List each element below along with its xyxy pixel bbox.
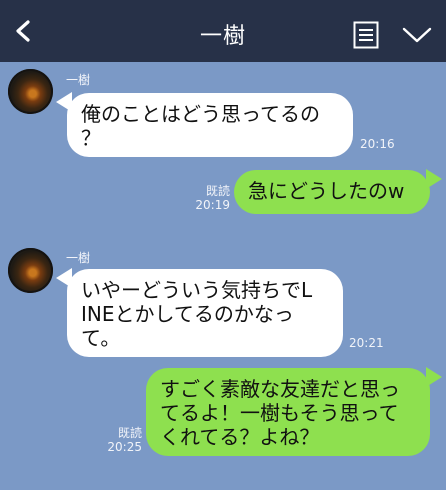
bubble-tail [426, 367, 442, 387]
read-receipt: 既読 20:19 [186, 184, 230, 212]
message-time: 20:19 [195, 198, 230, 212]
chat-title: 一樹 [199, 24, 246, 49]
message-line: て。 [81, 326, 121, 350]
message-bubble-sent[interactable]: すごく素敵な友達だと思っ てるよ！一樹もそう思って くれてる？よね？ [146, 368, 430, 456]
bubble-tail [426, 169, 442, 189]
message-time: 20:16 [360, 137, 395, 151]
message-bubble-sent[interactable]: 急にどうしたのw [234, 170, 430, 214]
message-line: てるよ！一樹もそう思って [160, 401, 399, 425]
message-time: 20:21 [349, 336, 384, 350]
message-line: くれてる？よね？ [160, 425, 320, 449]
message-line: ？ [81, 126, 101, 150]
avatar[interactable] [8, 69, 53, 114]
message-bubble-received[interactable]: いやーどういう気持ちでL INEとかしてるのかなっ て。 [67, 269, 343, 357]
read-status: 既読 [205, 184, 230, 198]
message-line: いやーどういう気持ちでL [81, 278, 313, 302]
message-line: INEとかしてるのかなっ [81, 302, 294, 326]
chat-header: 一樹 [0, 0, 446, 62]
read-receipt: 既読 20:25 [100, 426, 142, 454]
note-icon[interactable] [353, 21, 379, 49]
message-time: 20:25 [107, 440, 142, 454]
sender-name: 一樹 [66, 73, 91, 87]
read-status: 既読 [117, 426, 142, 440]
message-line: 急にどうしたのw [248, 179, 405, 203]
message-line: すごく素敵な友達だと思っ [160, 377, 400, 401]
avatar[interactable] [8, 248, 53, 293]
chevron-down-icon[interactable] [402, 26, 432, 44]
message-bubble-received[interactable]: 俺のことはどう思ってるの ？ [67, 93, 353, 157]
message-line: 俺のことはどう思ってるの [81, 102, 320, 126]
sender-name: 一樹 [66, 251, 91, 265]
